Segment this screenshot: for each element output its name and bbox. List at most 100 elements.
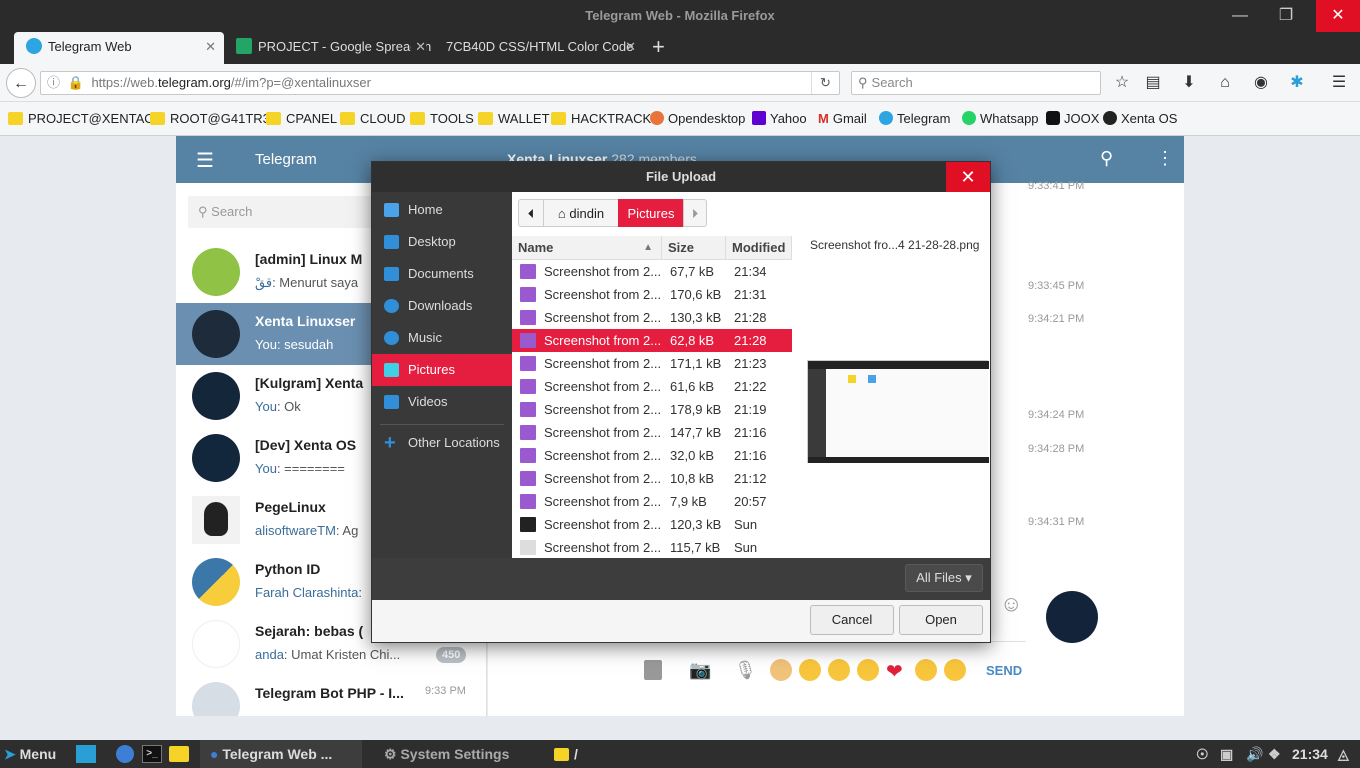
bookmark-link[interactable]: Xenta OS xyxy=(1103,111,1177,126)
bookmark-link[interactable]: Opendesktop xyxy=(650,111,745,126)
files-launcher-icon[interactable] xyxy=(169,746,189,762)
tab-spreadsheet[interactable]: PROJECT - Google Spreadsh ✕ xyxy=(224,32,434,64)
terminal-launcher-icon[interactable]: >_ xyxy=(142,745,162,763)
maximize-icon[interactable]: ❐ xyxy=(1264,0,1308,32)
hamburger-menu-icon[interactable]: ☰ xyxy=(1324,68,1354,98)
new-tab-icon[interactable]: + xyxy=(652,34,665,60)
search-bar[interactable]: ⚲ Search xyxy=(851,71,1101,95)
heart-eyes-emoji-icon[interactable] xyxy=(915,659,937,681)
place-other-locations[interactable]: + Other Locations xyxy=(372,427,512,459)
close-tab-icon[interactable]: ✕ xyxy=(205,32,216,62)
path-forward-icon[interactable]: ⏵ xyxy=(683,199,707,227)
chat-item[interactable]: Telegram Bot PHP - I... 9:33 PM xyxy=(176,675,486,716)
info-icon[interactable]: ⓘ xyxy=(47,75,60,90)
joy-emoji-icon[interactable] xyxy=(828,659,850,681)
bookmark-link[interactable]: Yahoo xyxy=(752,111,807,126)
bookmark-link[interactable]: Telegram xyxy=(879,111,950,126)
dialog-title: File Upload xyxy=(645,169,717,184)
open-button[interactable]: Open xyxy=(899,605,983,635)
column-header-modified[interactable]: Modified xyxy=(726,236,792,260)
reload-icon[interactable]: ↻ xyxy=(811,72,839,94)
thumbs-up-icon[interactable] xyxy=(770,659,792,681)
volume-icon[interactable]: 🔊 xyxy=(1246,740,1263,768)
file-attach-icon[interactable] xyxy=(644,660,662,680)
tab-telegram[interactable]: Telegram Web ✕ xyxy=(14,32,224,64)
place-desktop[interactable]: Desktop xyxy=(372,226,512,258)
file-row[interactable]: Screenshot from 2... 32,0 kB 21:16 xyxy=(512,444,792,467)
camera-icon[interactable]: 📷 xyxy=(689,660,711,681)
file-row[interactable]: Screenshot from 2... 147,7 kB 21:16 xyxy=(512,421,792,444)
grinning-emoji-icon[interactable] xyxy=(799,659,821,681)
file-row[interactable]: Screenshot from 2... 120,3 kB Sun xyxy=(512,513,792,536)
firefox-launcher-icon[interactable] xyxy=(116,745,134,763)
column-header-name[interactable]: Name ▲ xyxy=(512,236,662,260)
file-row[interactable]: Screenshot from 2... 67,7 kB 21:34 xyxy=(512,260,792,283)
kiss-emoji-icon[interactable] xyxy=(857,659,879,681)
place-downloads[interactable]: Downloads xyxy=(372,290,512,322)
heart-emoji-icon[interactable]: ❤ xyxy=(886,659,903,684)
pocket-icon[interactable]: ◉ xyxy=(1246,68,1276,98)
tab-colorcode[interactable]: 7CB40D CSS/HTML Color Code ✕ xyxy=(434,32,644,64)
download-icon[interactable]: ⬇ xyxy=(1174,68,1204,98)
show-desktop-icon[interactable] xyxy=(76,745,96,763)
task-folder[interactable]: / xyxy=(554,740,578,768)
bookmark-folder[interactable]: PROJECT@XENTAOS xyxy=(8,111,163,126)
back-arrow-icon[interactable]: ← xyxy=(6,68,36,98)
file-row[interactable]: Screenshot from 2... 178,9 kB 21:19 xyxy=(512,398,792,421)
cancel-button[interactable]: Cancel xyxy=(810,605,894,635)
file-row[interactable]: Screenshot from 2... 10,8 kB 21:12 xyxy=(512,467,792,490)
network-icon[interactable]: ◬ xyxy=(1338,740,1349,768)
place-home[interactable]: Home xyxy=(372,194,512,226)
minimize-icon[interactable]: — xyxy=(1218,0,1262,32)
place-documents[interactable]: Documents xyxy=(372,258,512,290)
close-window-icon[interactable]: ✕ xyxy=(1316,0,1360,32)
emoji-picker-icon[interactable]: ☺ xyxy=(1000,591,1022,617)
bookmark-star-icon[interactable]: ☆ xyxy=(1107,68,1137,98)
file-row[interactable]: Screenshot from 2... 170,6 kB 21:31 xyxy=(512,283,792,306)
bookmark-folder[interactable]: HACKTRACK xyxy=(551,111,651,126)
bookmark-link[interactable]: M Gmail xyxy=(818,111,867,126)
place-videos[interactable]: Videos xyxy=(372,386,512,418)
bookmark-link[interactable]: JOOX xyxy=(1046,111,1099,126)
url-bar[interactable]: ⓘ 🔒 https://web.telegram.org/#/im?p=@xen… xyxy=(40,71,840,95)
library-icon[interactable]: ▤ xyxy=(1138,68,1168,98)
file-filter-dropdown[interactable]: All Files ▾ xyxy=(905,564,983,592)
microphone-icon[interactable]: 🎙 xyxy=(734,660,757,681)
file-row[interactable]: Screenshot from 2... 171,1 kB 21:23 xyxy=(512,352,792,375)
close-tab-icon[interactable]: ✕ xyxy=(411,32,426,62)
bookmark-folder[interactable]: TOOLS xyxy=(410,111,474,126)
file-row[interactable]: Screenshot from 2... 7,9 kB 20:57 xyxy=(512,490,792,513)
send-button[interactable]: SEND xyxy=(986,663,1022,678)
accessibility-icon[interactable]: ☉ xyxy=(1196,740,1209,768)
start-menu-button[interactable]: ➤ Menu xyxy=(4,740,56,768)
path-crumb-pictures[interactable]: Pictures xyxy=(618,199,684,227)
clock[interactable]: 21:34 xyxy=(1292,740,1328,768)
bookmark-folder[interactable]: CLOUD xyxy=(340,111,406,126)
task-telegram[interactable]: ● Telegram Web ... xyxy=(200,740,362,768)
smile-emoji-icon[interactable] xyxy=(944,659,966,681)
display-icon[interactable]: ▣ xyxy=(1220,740,1233,768)
task-system-settings[interactable]: ⚙ System Settings xyxy=(384,740,509,768)
chat-search-input[interactable]: ⚲ Search xyxy=(188,196,378,228)
file-row[interactable]: Screenshot from 2... 130,3 kB 21:28 xyxy=(512,306,792,329)
home-icon[interactable]: ⌂ xyxy=(1210,68,1240,98)
file-row[interactable]: Screenshot from 2... 115,7 kB Sun xyxy=(512,536,792,558)
search-icon[interactable]: ⚲ xyxy=(1100,148,1113,169)
dialog-close-icon[interactable]: ✕ xyxy=(946,162,990,192)
place-music[interactable]: Music xyxy=(372,322,512,354)
bookmark-link[interactable]: Whatsapp xyxy=(962,111,1039,126)
file-row[interactable]: Screenshot from 2... 62,8 kB 21:28 xyxy=(512,329,792,352)
extension-icon[interactable]: ✱ xyxy=(1282,68,1312,98)
file-row[interactable]: Screenshot from 2... 61,6 kB 21:22 xyxy=(512,375,792,398)
bookmark-folder[interactable]: ROOT@G41TR3 xyxy=(150,111,270,126)
path-back-icon[interactable]: ⏴ xyxy=(518,199,544,227)
more-vertical-icon[interactable]: ⋮ xyxy=(1156,148,1174,169)
column-header-size[interactable]: Size xyxy=(662,236,726,260)
place-pictures[interactable]: Pictures xyxy=(372,354,512,386)
dropbox-icon[interactable]: ❖ xyxy=(1268,740,1281,768)
hamburger-icon[interactable]: ☰ xyxy=(196,148,214,173)
bookmark-folder[interactable]: CPANEL xyxy=(266,111,337,126)
bookmark-folder[interactable]: WALLET xyxy=(478,111,550,126)
path-crumb-home[interactable]: ⌂ dindin xyxy=(543,199,619,227)
close-tab-icon[interactable]: ✕ xyxy=(625,32,636,62)
